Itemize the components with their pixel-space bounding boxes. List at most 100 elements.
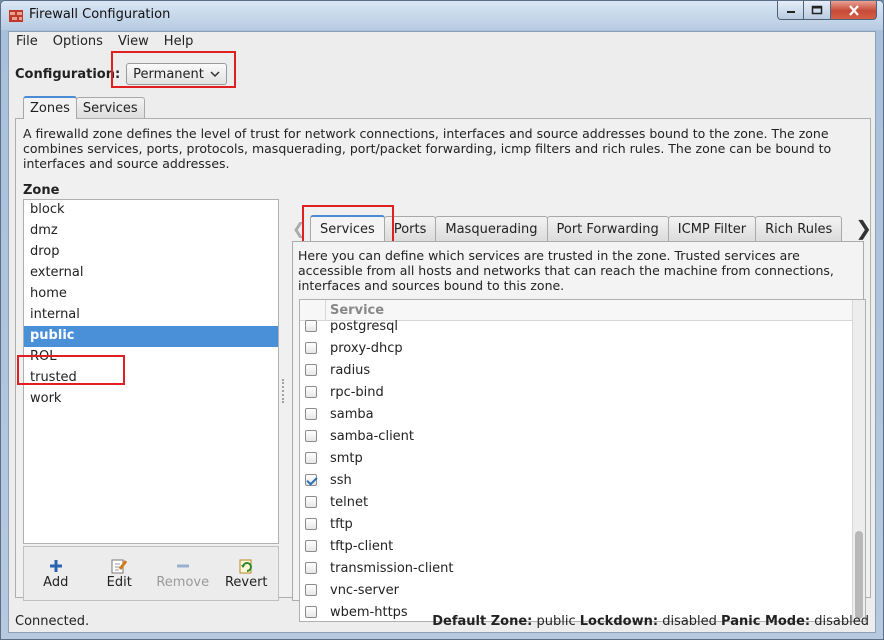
menu-options[interactable]: Options bbox=[46, 32, 111, 52]
tab-services[interactable]: Services bbox=[75, 97, 145, 119]
service-row[interactable]: samba bbox=[300, 403, 848, 425]
firewall-icon bbox=[9, 10, 23, 22]
service-row[interactable]: postgresql bbox=[300, 315, 848, 337]
panic-mode-label: Panic Mode: bbox=[721, 614, 811, 629]
zone-item-work[interactable]: work bbox=[24, 389, 278, 410]
service-checkbox[interactable] bbox=[305, 518, 317, 530]
service-name: ssh bbox=[330, 472, 352, 488]
zones-panel: A firewalld zone defines the level of tr… bbox=[15, 118, 872, 622]
service-table-scrollbar[interactable] bbox=[852, 300, 865, 621]
zone-item-rol[interactable]: ROL bbox=[24, 347, 278, 368]
configuration-row: Configuration: Permanent bbox=[15, 62, 227, 86]
zone-heading: Zone bbox=[23, 183, 60, 198]
service-name: samba bbox=[330, 406, 374, 422]
zone-toolbar: Add Edit Remove Revert bbox=[23, 546, 279, 601]
service-row[interactable]: ssh bbox=[300, 469, 848, 491]
tab-zone-rich-rules[interactable]: Rich Rules bbox=[755, 216, 843, 241]
panic-mode-value: disabled bbox=[814, 614, 869, 629]
configuration-value: Permanent bbox=[133, 66, 204, 82]
zone-item-block[interactable]: block bbox=[24, 200, 278, 221]
zone-item-trusted[interactable]: trusted bbox=[24, 368, 278, 389]
service-checkbox[interactable] bbox=[305, 364, 317, 376]
remove-label: Remove bbox=[156, 575, 210, 590]
zone-item-home[interactable]: home bbox=[24, 284, 278, 305]
zone-list: block dmz drop external home internal pu… bbox=[23, 199, 279, 544]
service-checkbox[interactable] bbox=[305, 496, 317, 508]
service-row[interactable]: proxy-dhcp bbox=[300, 337, 848, 359]
service-checkbox[interactable] bbox=[305, 430, 317, 442]
chevron-right-icon[interactable]: ❯ bbox=[855, 216, 872, 240]
zone-settings-tabs: ❮ Services Ports Masquerading Port Forwa… bbox=[286, 215, 872, 241]
zone-item-dmz[interactable]: dmz bbox=[24, 221, 278, 242]
scrollbar-thumb[interactable] bbox=[855, 531, 863, 619]
service-checkbox[interactable] bbox=[305, 562, 317, 574]
status-summary: Default Zone: public Lockdown: disabled … bbox=[432, 614, 869, 629]
plus-icon bbox=[49, 557, 63, 575]
pane-splitter[interactable] bbox=[282, 379, 286, 403]
client-area: File Options View Help Configuration: Pe… bbox=[8, 31, 876, 633]
chevron-left-icon[interactable]: ❮ bbox=[292, 219, 305, 238]
service-row[interactable]: radius bbox=[300, 359, 848, 381]
window-title: Firewall Configuration bbox=[29, 7, 171, 22]
menu-file[interactable]: File bbox=[9, 32, 46, 52]
service-checkbox[interactable] bbox=[305, 386, 317, 398]
service-name: rpc-bind bbox=[330, 384, 384, 400]
service-checkbox[interactable] bbox=[305, 320, 317, 332]
service-checkbox[interactable] bbox=[305, 474, 317, 486]
service-name: telnet bbox=[330, 494, 369, 510]
default-zone-value: public bbox=[536, 614, 576, 629]
configuration-label: Configuration: bbox=[15, 66, 121, 82]
tab-zone-masquerading[interactable]: Masquerading bbox=[435, 216, 548, 241]
zone-item-public[interactable]: public bbox=[24, 326, 278, 347]
revert-icon bbox=[238, 557, 254, 575]
service-row[interactable]: vnc-server bbox=[300, 579, 848, 601]
menu-view[interactable]: View bbox=[111, 32, 157, 52]
configuration-dropdown[interactable]: Permanent bbox=[126, 63, 227, 85]
service-row[interactable]: transmission-client bbox=[300, 557, 848, 579]
minimize-button[interactable] bbox=[777, 1, 804, 20]
service-row[interactable]: rpc-bind bbox=[300, 381, 848, 403]
zone-item-external[interactable]: external bbox=[24, 263, 278, 284]
service-checkbox[interactable] bbox=[305, 342, 317, 354]
menu-bar: File Options View Help bbox=[9, 32, 201, 52]
service-checkbox[interactable] bbox=[305, 584, 317, 596]
tab-zone-ports[interactable]: Ports bbox=[383, 216, 437, 241]
revert-zone-button[interactable]: Revert bbox=[218, 557, 274, 590]
default-zone-label: Default Zone: bbox=[432, 614, 533, 629]
zone-item-drop[interactable]: drop bbox=[24, 242, 278, 263]
tab-zone-port-forwarding[interactable]: Port Forwarding bbox=[546, 216, 669, 241]
lockdown-value: disabled bbox=[662, 614, 717, 629]
title-bar: Firewall Configuration bbox=[1, 1, 883, 30]
maximize-icon bbox=[811, 5, 823, 15]
services-panel: Here you can define which services are t… bbox=[292, 241, 866, 622]
chevron-down-icon bbox=[210, 70, 220, 77]
firewall-configuration-window: Firewall Configuration File Options View… bbox=[0, 0, 884, 640]
menu-help[interactable]: Help bbox=[157, 32, 202, 52]
service-row[interactable]: tftp-client bbox=[300, 535, 848, 557]
zone-item-internal[interactable]: internal bbox=[24, 305, 278, 326]
service-row[interactable]: samba-client bbox=[300, 425, 848, 447]
tab-zone-icmp-filter[interactable]: ICMP Filter bbox=[667, 216, 757, 241]
service-name: samba-client bbox=[330, 428, 415, 444]
service-rows: postgresql proxy-dhcp radius rpc-bind samba s… bbox=[300, 315, 848, 621]
service-name: vnc-server bbox=[330, 582, 399, 598]
add-zone-button[interactable]: Add bbox=[28, 557, 84, 590]
service-name: proxy-dhcp bbox=[330, 340, 403, 356]
tab-zones[interactable]: Zones bbox=[23, 96, 77, 119]
tab-zone-services[interactable]: Services bbox=[310, 215, 385, 241]
service-row[interactable]: telnet bbox=[300, 491, 848, 513]
edit-zone-button[interactable]: Edit bbox=[91, 557, 147, 590]
service-checkbox[interactable] bbox=[305, 540, 317, 552]
service-row[interactable]: tftp bbox=[300, 513, 848, 535]
service-name: radius bbox=[330, 362, 371, 378]
remove-zone-button[interactable]: Remove bbox=[155, 557, 211, 590]
service-checkbox[interactable] bbox=[305, 452, 317, 464]
maximize-button[interactable] bbox=[804, 1, 831, 20]
minus-icon bbox=[176, 557, 190, 575]
close-button[interactable] bbox=[831, 1, 877, 20]
service-row[interactable]: smtp bbox=[300, 447, 848, 469]
close-icon bbox=[848, 4, 859, 16]
service-checkbox[interactable] bbox=[305, 408, 317, 420]
edit-label: Edit bbox=[106, 575, 132, 590]
service-name: smtp bbox=[330, 450, 363, 466]
